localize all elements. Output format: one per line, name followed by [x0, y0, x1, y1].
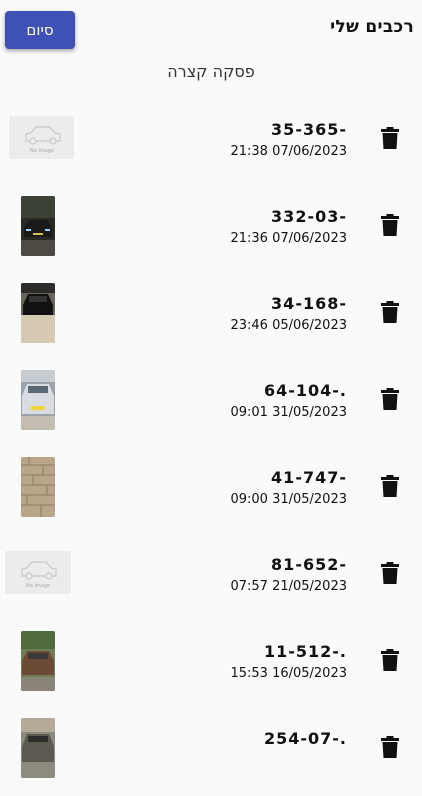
- vehicle-info: 64-104-. 09:01 31/05/2023: [230, 381, 347, 420]
- vehicle-plate: 332-03-: [271, 207, 347, 226]
- trash-icon[interactable]: [381, 388, 399, 410]
- vehicle-row[interactable]: 332-03- 21:36 07/06/2023: [0, 187, 422, 274]
- vehicle-date: 09:01 31/05/2023: [230, 405, 347, 420]
- vehicle-date: 15:53 16/05/2023: [230, 666, 347, 681]
- vehicle-plate: 81-652-: [271, 555, 347, 574]
- car-photo-thumbnail: [21, 283, 55, 343]
- vehicle-info: 81-652- 07:57 21/05/2023: [230, 555, 347, 594]
- vehicle-date: 21:38 07/06/2023: [230, 144, 347, 159]
- vehicle-plate: 254-07-.: [263, 729, 347, 748]
- vehicle-row[interactable]: 34-168- 23:46 05/06/2023: [0, 274, 422, 361]
- car-photo-thumbnail: [21, 370, 55, 430]
- vehicle-row[interactable]: 41-747- 09:00 31/05/2023: [0, 448, 422, 535]
- no-image-thumbnail: No Image: [5, 551, 71, 594]
- vehicle-plate: 34-168-: [271, 294, 347, 313]
- vehicle-date: 23:46 05/06/2023: [230, 318, 347, 333]
- vehicle-row[interactable]: 64-104-. 09:01 31/05/2023: [0, 361, 422, 448]
- wall-photo-thumbnail: [21, 457, 55, 517]
- vehicle-row[interactable]: No Image 35-365- 21:38 07/06/2023: [0, 100, 422, 187]
- vehicle-plate: 11-512-.: [263, 642, 347, 661]
- vehicle-plate: 64-104-.: [263, 381, 347, 400]
- trash-icon[interactable]: [381, 649, 399, 671]
- vehicle-date: 07:57 21/05/2023: [230, 579, 347, 594]
- trash-icon[interactable]: [381, 475, 399, 497]
- vehicle-row[interactable]: 11-512-. 15:53 16/05/2023: [0, 622, 422, 709]
- vehicle-info: 332-03- 21:36 07/06/2023: [230, 207, 347, 246]
- vehicle-plate: 35-365-: [271, 120, 347, 139]
- vehicle-info: 254-07-.: [264, 729, 347, 753]
- no-image-thumbnail: No Image: [9, 116, 74, 159]
- done-button[interactable]: סיום: [5, 11, 75, 49]
- vehicle-date: 21:36 07/06/2023: [230, 231, 347, 246]
- car-photo-thumbnail: [21, 718, 55, 778]
- car-photo-thumbnail: [21, 196, 55, 256]
- vehicle-info: 34-168- 23:46 05/06/2023: [230, 294, 347, 333]
- trash-icon[interactable]: [381, 127, 399, 149]
- no-image-label: No Image: [26, 583, 50, 589]
- vehicle-info: 41-747- 09:00 31/05/2023: [230, 468, 347, 507]
- trash-icon[interactable]: [381, 214, 399, 236]
- page-subtitle: פסקה קצרה: [167, 62, 255, 81]
- vehicle-date: 09:00 31/05/2023: [230, 492, 347, 507]
- trash-icon[interactable]: [381, 301, 399, 323]
- no-image-label: No Image: [29, 148, 53, 154]
- page-title: רכבים שלי: [330, 17, 414, 37]
- car-photo-thumbnail: [21, 631, 55, 691]
- vehicle-plate: 41-747-: [271, 468, 347, 487]
- vehicle-row[interactable]: 254-07-.: [0, 709, 422, 796]
- trash-icon[interactable]: [381, 562, 399, 584]
- app-header: רכבים שלי סיום: [0, 0, 422, 60]
- vehicle-list: No Image 35-365- 21:38 07/06/2023 332-03…: [0, 100, 422, 796]
- vehicle-info: 11-512-. 15:53 16/05/2023: [230, 642, 347, 681]
- trash-icon[interactable]: [381, 736, 399, 758]
- vehicle-row[interactable]: No Image 81-652- 07:57 21/05/2023: [0, 535, 422, 622]
- vehicle-info: 35-365- 21:38 07/06/2023: [230, 120, 347, 159]
